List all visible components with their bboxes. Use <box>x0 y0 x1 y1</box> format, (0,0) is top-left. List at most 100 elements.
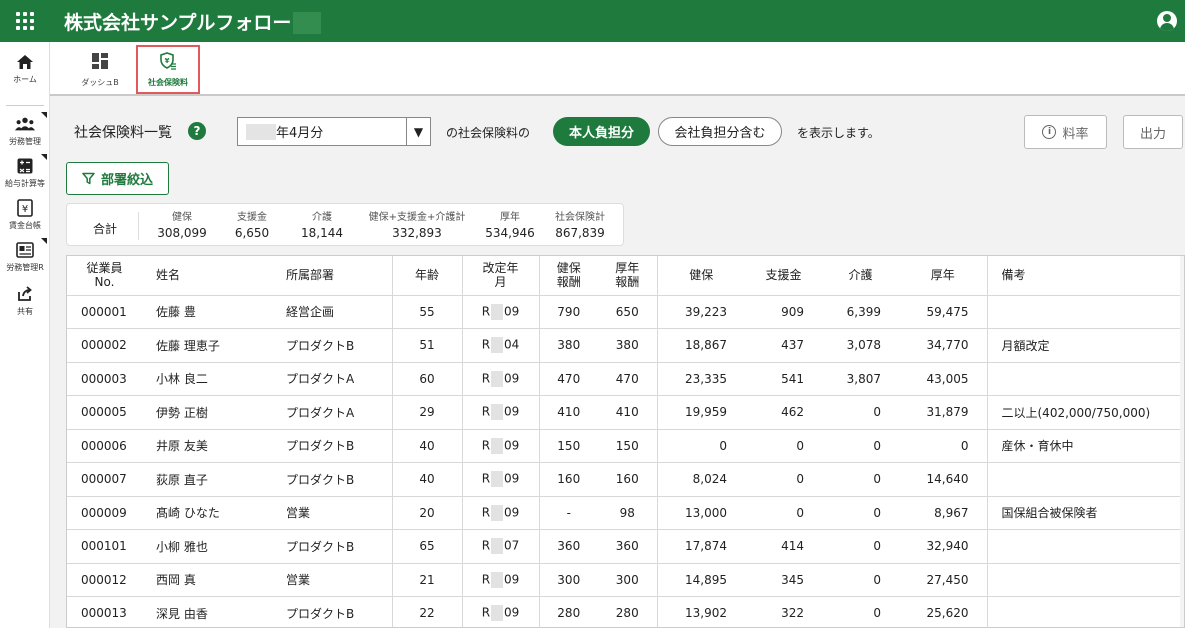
page-title: 社会保険料一覧 <box>74 125 172 141</box>
cell-dept: プロダクトB <box>272 328 392 363</box>
tab-social-insurance[interactable]: ¥ 社会保険料 <box>136 45 200 94</box>
table-row[interactable]: 000001 佐藤 豊経営企画 55 R 09 790 650 39,223 909 6,399 5… <box>67 295 1183 329</box>
cell-pension: 31,879 <box>899 395 987 430</box>
grid-icon <box>16 12 34 30</box>
cell-revised: R 09 <box>461 395 539 430</box>
cell-hi: 17,874 <box>656 529 745 564</box>
calculator-icon <box>15 156 35 176</box>
cell-id: 000005 <box>67 395 142 430</box>
col-header-id[interactable]: 従業員 No. <box>67 256 142 296</box>
cell-hi: 39,223 <box>656 295 745 329</box>
account-icon[interactable] <box>1157 11 1177 31</box>
department-filter-button[interactable]: 部署絞込 <box>66 162 169 195</box>
cell-id: 000006 <box>67 429 142 463</box>
output-button[interactable]: 出力 <box>1123 115 1183 149</box>
cell-dept: プロダクトB <box>272 429 392 463</box>
cell-pension: 0 <box>899 429 987 463</box>
company-burden-toggle[interactable]: 会社負担分含む <box>658 117 782 146</box>
svg-text:¥: ¥ <box>22 204 28 215</box>
cell-id: 000013 <box>67 596 142 627</box>
cell-pen-pay: 360 <box>598 529 657 564</box>
app-launcher-button[interactable] <box>0 0 50 42</box>
cell-support: 0 <box>745 462 822 497</box>
self-burden-toggle[interactable]: 本人負担分 <box>553 117 650 146</box>
table-row[interactable]: 000012 西岡 真営業 21 R 09 300 300 14,895 345 0 27,450 <box>67 563 1183 597</box>
table-row[interactable]: 000101 小柳 雅也 プロダクトB 65 R 07 360 360 17,874 414 0 32… <box>67 529 1183 564</box>
cell-care: 3,807 <box>822 362 899 396</box>
col-header-care[interactable]: 介護 <box>822 256 899 296</box>
cell-id: 000012 <box>67 563 142 597</box>
summary-box: 合計 健保 308,099 支援金 6,650 介護 18,144 健保+支援金+介護… <box>66 203 624 246</box>
cell-hi-pay: 470 <box>538 362 598 396</box>
cell-hi: 13,902 <box>656 596 745 627</box>
cell-hi-pay: 380 <box>538 328 598 363</box>
table-row[interactable]: 000005 伊勢 正樹 プロダクトA 29 R 09 410 410 19,959 462 0 31… <box>67 395 1183 430</box>
nav-label: 給与計算等 <box>5 179 45 188</box>
chevron-down-icon[interactable]: ▼ <box>406 118 430 145</box>
month-value: 年4月分 <box>276 126 324 141</box>
col-header-hi-pay[interactable]: 健保 報酬 <box>538 256 598 296</box>
month-select[interactable]: 年4月分 ▼ <box>237 117 431 146</box>
cell-care: 0 <box>822 596 899 627</box>
table-row[interactable]: 000013 深見 由香 プロダクトB 22 R 09 280 280 13,902 322 0 25… <box>67 596 1183 627</box>
cell-pen-pay: 300 <box>598 563 657 597</box>
rate-button[interactable]: i 料率 <box>1024 115 1107 149</box>
cell-revised: R 09 <box>461 362 539 396</box>
cell-note: 月額改定 <box>986 328 1183 363</box>
cell-support: 909 <box>745 295 822 329</box>
svg-text:¥: ¥ <box>165 57 170 65</box>
nav-item-wage-ledger[interactable]: ¥ 賃金台帳 <box>0 196 50 238</box>
cell-revised: R 09 <box>461 596 539 627</box>
nav-item-labor[interactable]: 労務管理 <box>0 112 50 154</box>
help-icon[interactable]: ? <box>188 122 206 140</box>
cell-pension: 32,940 <box>899 529 987 564</box>
col-header-support[interactable]: 支援金 <box>745 256 822 296</box>
cell-name: 小林 良二 <box>142 362 272 396</box>
cell-care: 0 <box>822 529 899 564</box>
table-header-row: 従業員 No. 姓名 所属部署 年齢 改定年月 健保 報酬 厚年 報酬 健保 支援金 … <box>67 256 1183 296</box>
labor-report-icon <box>15 240 35 260</box>
cell-hi-pay: 280 <box>538 596 598 627</box>
cell-pension: 43,005 <box>899 362 987 396</box>
cell-id: 000002 <box>67 328 142 363</box>
cell-age: 51 <box>391 328 462 363</box>
cell-pension: 59,475 <box>899 295 987 329</box>
nav-item-labor-r[interactable]: 労務管理R <box>0 238 50 280</box>
summary-item: 厚年 534,946 <box>485 212 535 240</box>
table-scrollbar[interactable] <box>1180 256 1184 627</box>
col-header-name[interactable]: 姓名 <box>142 256 272 296</box>
table-row[interactable]: 000002 佐藤 理恵子 プロダクトB 51 R 04 380 380 18,867 437 3,… <box>67 328 1183 363</box>
col-header-age[interactable]: 年齢 <box>391 256 462 296</box>
cell-pen-pay: 98 <box>598 496 657 530</box>
nav-item-home[interactable]: ホーム <box>0 50 50 92</box>
col-header-revised[interactable]: 改定年月 <box>461 256 539 296</box>
table-row[interactable]: 000009 髙崎 ひなた 営業 20 R 09-98 13,000 0 0 8,967 国保組合被… <box>67 496 1183 530</box>
table-row[interactable]: 000003 小林 良二 プロダクトA 60 R 09 470 470 23,335 541 3,8… <box>67 362 1183 396</box>
cell-name: 西岡 真 <box>142 563 272 597</box>
nav-item-share[interactable]: 共有 <box>0 282 50 324</box>
cell-age: 60 <box>391 362 462 396</box>
table-row[interactable]: 000006 井原 友美 プロダクトB 40 R 09 150 150 0 0 0 0 産休・育休中 <box>67 429 1183 463</box>
col-header-pension[interactable]: 厚年 <box>899 256 987 296</box>
nav-label: 労務管理R <box>6 263 44 272</box>
cell-hi: 0 <box>656 429 745 463</box>
summary-item: 社会保険計 867,839 <box>555 212 605 240</box>
cell-note: 産休・育休中 <box>986 429 1183 463</box>
cell-pension: 8,967 <box>899 496 987 530</box>
cell-id: 000007 <box>67 462 142 497</box>
cell-care: 3,078 <box>822 328 899 363</box>
table-row[interactable]: 000007 荻原 直子 プロダクトB 40 R 09 160 160 8,024 0 0 14,64… <box>67 462 1183 497</box>
col-header-dept[interactable]: 所属部署 <box>272 256 392 296</box>
col-header-note[interactable]: 備考 <box>986 256 1183 296</box>
cell-pen-pay: 150 <box>598 429 657 463</box>
col-header-pen-pay[interactable]: 厚年 報酬 <box>598 256 657 296</box>
col-header-hi[interactable]: 健保 <box>656 256 745 296</box>
tab-dashboard[interactable]: ダッシュB <box>74 45 126 94</box>
cell-name: 深見 由香 <box>142 596 272 627</box>
cell-care: 0 <box>822 395 899 430</box>
left-nav: ホーム 労務管理 給与計算等 ¥ 賃金台帳 労務管理R 共有 <box>0 42 50 628</box>
cell-name: 井原 友美 <box>142 429 272 463</box>
nav-item-payroll[interactable]: 給与計算等 <box>0 154 50 196</box>
cell-revised: R 09 <box>461 563 539 597</box>
cell-pension: 25,620 <box>899 596 987 627</box>
